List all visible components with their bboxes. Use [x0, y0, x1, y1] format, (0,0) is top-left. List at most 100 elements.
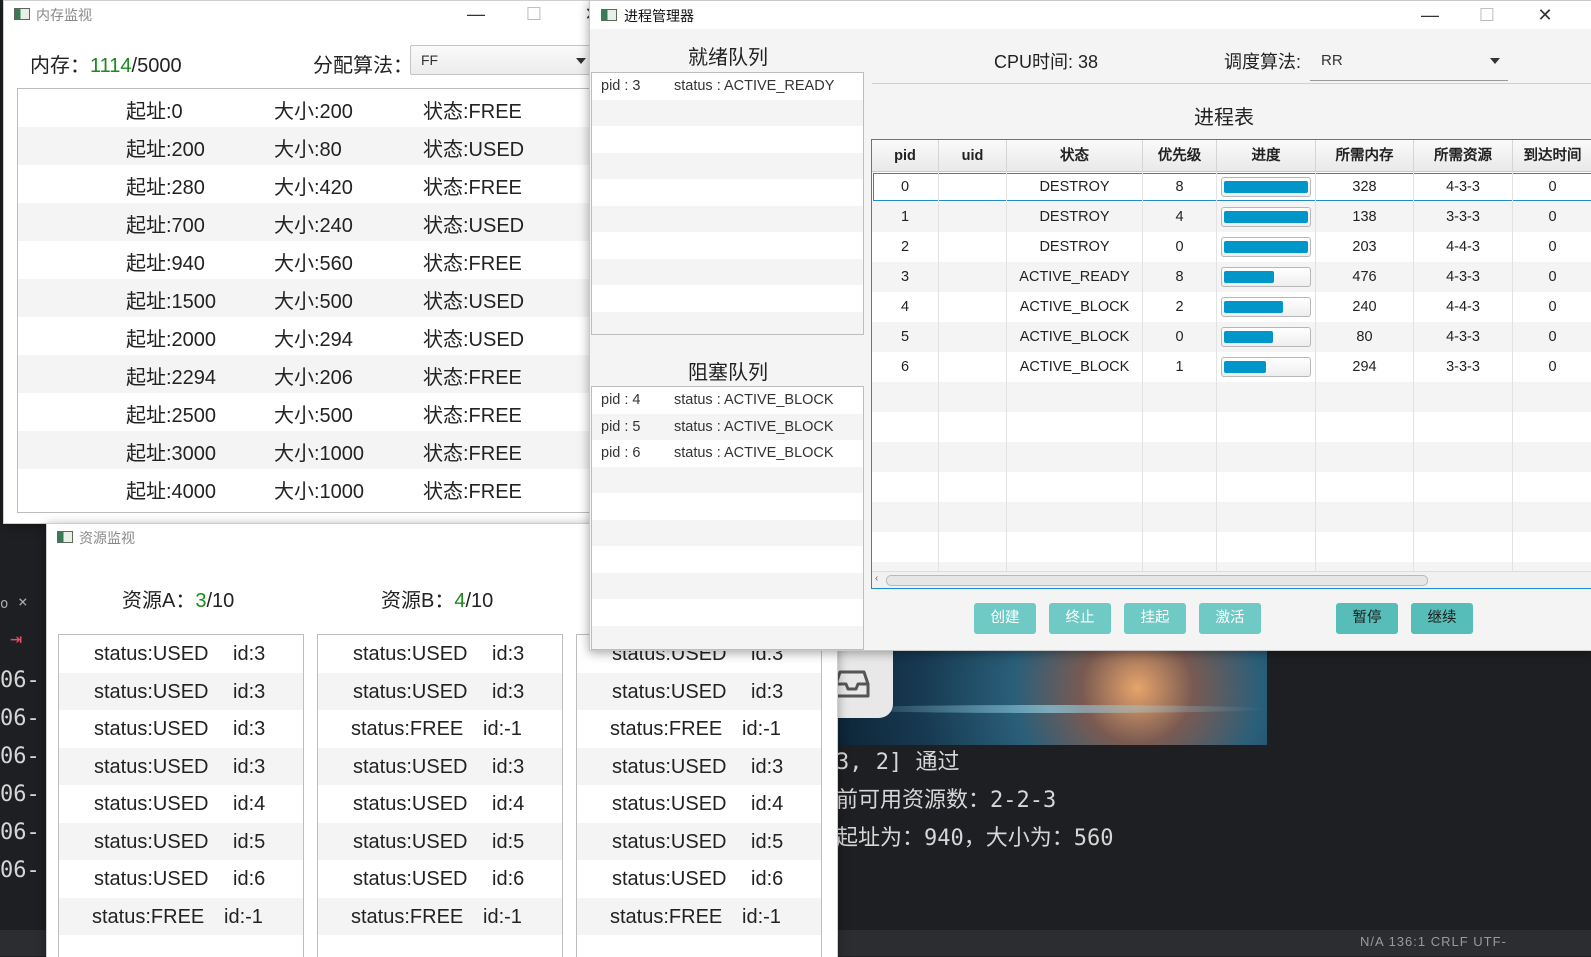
table-row[interactable]: 0 DESTROY 8 328 4-3-3 0: [872, 172, 1591, 202]
list-item[interactable]: [592, 311, 863, 334]
list-item[interactable]: status:USED id:4: [577, 785, 821, 823]
column-header[interactable]: 优先级: [1143, 140, 1217, 172]
memory-block-row[interactable]: 起址:3000 大小:1000 状态:FREE: [18, 431, 601, 469]
list-item[interactable]: [592, 493, 863, 520]
maximize-button[interactable]: ☐: [514, 1, 554, 27]
list-item[interactable]: [592, 599, 863, 626]
pause-button[interactable]: 暂停: [1336, 603, 1398, 634]
list-item[interactable]: [592, 285, 863, 312]
table-row[interactable]: [872, 382, 1591, 412]
memory-block-row[interactable]: 起址:2294 大小:206 状态:FREE: [18, 355, 601, 393]
process-table[interactable]: pid uid 状态 优先级 进度 所需内存 所需资源 到达时间 0 DESTROY 8 328 4-…: [871, 139, 1591, 589]
memory-block-row[interactable]: 起址:280 大小:420 状态:FREE: [18, 165, 601, 203]
list-item[interactable]: pid : 4 status : ACTIVE_BLOCK: [592, 387, 863, 414]
horizontal-scrollbar[interactable]: ‹: [872, 571, 1591, 588]
alloc-algorithm-select[interactable]: FF: [410, 45, 592, 75]
list-item[interactable]: status:USED id:3: [59, 747, 303, 785]
list-item[interactable]: status:USED id:3: [318, 635, 562, 673]
minimize-button[interactable]: —: [1410, 2, 1450, 28]
scrollbar-thumb[interactable]: [886, 575, 1428, 586]
table-row[interactable]: [872, 442, 1591, 472]
table-row[interactable]: 3 ACTIVE_READY 8 476 4-3-3 0: [872, 262, 1591, 292]
minimize-button[interactable]: —: [456, 1, 496, 27]
table-row[interactable]: 2 DESTROY 0 203 4-4-3 0: [872, 232, 1591, 262]
memory-block-list[interactable]: 起址:0 大小:200 状态:FREE 起址:200 大小:80 状态:USED 起址:28…: [17, 88, 602, 513]
ready-queue-list[interactable]: pid : 3 status : ACTIVE_READY: [591, 72, 864, 335]
list-item[interactable]: status:USED id:5: [577, 822, 821, 860]
resource-c-list[interactable]: status:USED id:3 status:USED id:3 status:FRE…: [576, 634, 822, 957]
table-row[interactable]: [872, 412, 1591, 442]
list-item[interactable]: status:FREE id:-1: [59, 897, 303, 935]
resource-b-list[interactable]: status:USED id:3 status:USED id:3 status:FRE…: [317, 634, 563, 957]
scroll-left-icon[interactable]: ‹: [875, 573, 878, 584]
list-item[interactable]: status:USED id:6: [59, 860, 303, 898]
list-item[interactable]: [592, 232, 863, 259]
memory-block-row[interactable]: 起址:4000 大小:1000 状态:FREE: [18, 469, 601, 507]
column-header[interactable]: 状态: [1007, 140, 1143, 172]
activate-button[interactable]: 激活: [1199, 603, 1261, 634]
list-item[interactable]: [592, 152, 863, 179]
memory-block-row[interactable]: 起址:200 大小:80 状态:USED: [18, 127, 601, 165]
exit-icon[interactable]: ⇥: [10, 626, 22, 650]
list-item[interactable]: status:USED id:3: [59, 635, 303, 673]
table-row[interactable]: 4 ACTIVE_BLOCK 2 240 4-4-3 0: [872, 292, 1591, 322]
list-item[interactable]: status:USED id:4: [318, 785, 562, 823]
list-item[interactable]: [592, 258, 863, 285]
list-item[interactable]: status:USED id:3: [59, 672, 303, 710]
list-item[interactable]: status:FREE id:-1: [318, 897, 562, 935]
title-bar[interactable]: 进程管理器 — ☐ ✕: [590, 1, 1591, 29]
table-row[interactable]: [872, 472, 1591, 502]
resource-a-list[interactable]: status:USED id:3 status:USED id:3 status:USE…: [58, 634, 304, 957]
column-header[interactable]: uid: [939, 140, 1007, 172]
list-item[interactable]: status:FREE id:-1: [577, 897, 821, 935]
list-item[interactable]: status:USED id:6: [318, 860, 562, 898]
list-item[interactable]: status:FREE id:-1: [577, 710, 821, 748]
list-item[interactable]: status:USED id:5: [318, 822, 562, 860]
memory-block-row[interactable]: 起址:700 大小:240 状态:USED: [18, 203, 601, 241]
table-row[interactable]: 5 ACTIVE_BLOCK 0 80 4-3-3 0: [872, 322, 1591, 352]
resume-button[interactable]: 继续: [1411, 603, 1473, 634]
scheduling-algorithm-select[interactable]: RR: [1310, 44, 1508, 81]
suspend-button[interactable]: 挂起: [1124, 603, 1186, 634]
list-item[interactable]: [592, 126, 863, 153]
memory-block-row[interactable]: 起址:2500 大小:500 状态:FREE: [18, 393, 601, 431]
close-tab-icon[interactable]: ×: [18, 592, 28, 611]
column-header[interactable]: 进度: [1217, 140, 1316, 172]
table-row[interactable]: [872, 532, 1591, 562]
column-header[interactable]: 所需内存: [1316, 140, 1414, 172]
list-item[interactable]: [592, 99, 863, 126]
list-item[interactable]: status:USED id:3: [577, 672, 821, 710]
list-item[interactable]: [592, 519, 863, 546]
memory-block-row[interactable]: 起址:2000 大小:294 状态:USED: [18, 317, 601, 355]
list-item[interactable]: [592, 546, 863, 573]
memory-block-row[interactable]: 起址:0 大小:200 状态:FREE: [18, 89, 601, 127]
blocked-queue-list[interactable]: pid : 4 status : ACTIVE_BLOCK pid : 5 statu…: [591, 386, 864, 650]
list-item[interactable]: pid : 5 status : ACTIVE_BLOCK: [592, 413, 863, 440]
list-item[interactable]: status:FREE id:-1: [318, 710, 562, 748]
create-button[interactable]: 创建: [974, 603, 1036, 634]
memory-block-row[interactable]: 起址:1500 大小:500 状态:USED: [18, 279, 601, 317]
list-item[interactable]: [592, 205, 863, 232]
column-header[interactable]: pid: [872, 140, 939, 172]
close-button[interactable]: ✕: [1525, 2, 1565, 28]
list-item[interactable]: pid : 6 status : ACTIVE_BLOCK: [592, 440, 863, 467]
list-item[interactable]: [592, 466, 863, 493]
list-item[interactable]: status:USED id:3: [577, 747, 821, 785]
list-item[interactable]: status:USED id:4: [59, 785, 303, 823]
table-row[interactable]: 1 DESTROY 4 138 3-3-3 0: [872, 202, 1591, 232]
column-header[interactable]: 到达时间: [1513, 140, 1591, 172]
terminate-button[interactable]: 终止: [1049, 603, 1111, 634]
list-item[interactable]: [592, 572, 863, 599]
list-item[interactable]: status:USED id:3: [318, 747, 562, 785]
list-item[interactable]: status:USED id:6: [577, 860, 821, 898]
list-item[interactable]: pid : 3 status : ACTIVE_READY: [592, 73, 863, 100]
list-item[interactable]: status:USED id:3: [318, 672, 562, 710]
table-row[interactable]: 6 ACTIVE_BLOCK 1 294 3-3-3 0: [872, 352, 1591, 382]
list-item[interactable]: [592, 625, 863, 649]
table-row[interactable]: [872, 502, 1591, 532]
memory-block-row[interactable]: 起址:940 大小:560 状态:FREE: [18, 241, 601, 279]
list-item[interactable]: status:USED id:3: [59, 710, 303, 748]
column-header[interactable]: 所需资源: [1414, 140, 1513, 172]
title-bar[interactable]: 内存监视 — ☐ ✕: [4, 1, 604, 27]
list-item[interactable]: status:USED id:5: [59, 822, 303, 860]
